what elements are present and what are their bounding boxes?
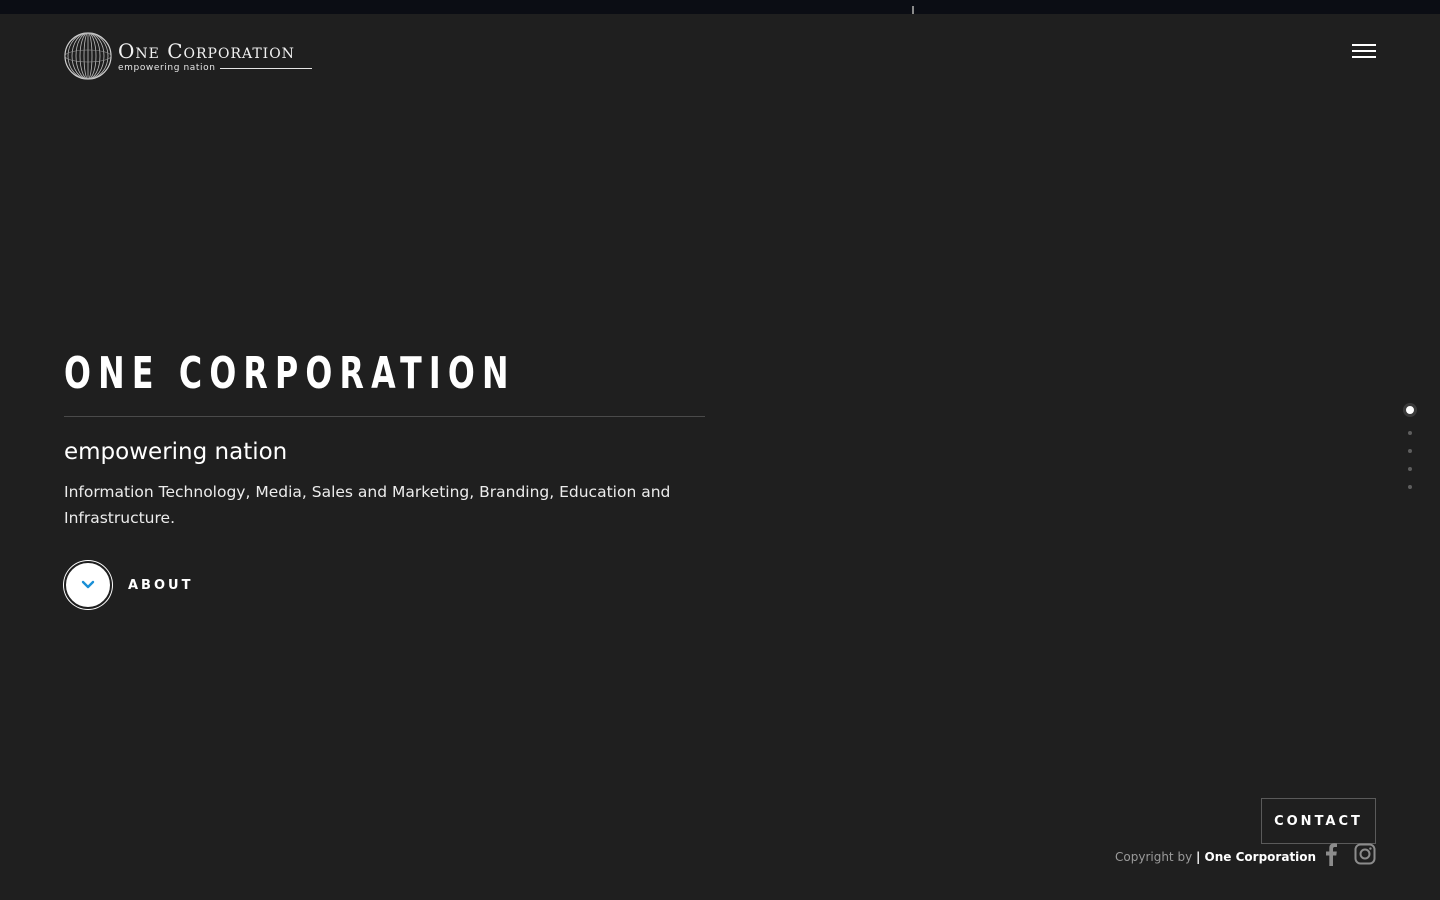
- contact-button[interactable]: CONTACT: [1261, 798, 1376, 844]
- about-circle[interactable]: [64, 561, 112, 609]
- pager-dot-5[interactable]: [1408, 485, 1412, 489]
- browser-top-strip: [0, 0, 1440, 14]
- hamburger-icon[interactable]: [1352, 44, 1376, 60]
- logo-globe-icon: [64, 32, 112, 80]
- copyright-brand[interactable]: | One Corporation: [1196, 850, 1316, 864]
- hero-title: ONE CORPORATION: [64, 348, 516, 399]
- facebook-icon[interactable]: [1322, 842, 1340, 866]
- chevron-down-icon: [81, 580, 95, 589]
- copyright-prefix: Copyright by: [1115, 850, 1193, 864]
- about-label: ABOUT: [128, 577, 194, 593]
- instagram-icon[interactable]: [1354, 843, 1376, 865]
- copyright-text: Copyright by | One Corporation: [1115, 848, 1316, 866]
- pager-dot-4[interactable]: [1408, 467, 1412, 471]
- hero-description: Information Technology, Media, Sales and…: [64, 483, 671, 527]
- about-scroll-button[interactable]: ABOUT: [64, 561, 193, 609]
- logo-tagline: empowering nation: [118, 62, 216, 73]
- site-logo[interactable]: One Corporation empowering nation: [64, 32, 312, 80]
- pager-dot-2[interactable]: [1408, 431, 1412, 435]
- hero-subtitle: empowering nation: [64, 439, 288, 465]
- logo-name: One Corporation: [118, 38, 295, 63]
- pager-dot-1[interactable]: [1403, 403, 1417, 417]
- hero-divider: [64, 416, 705, 417]
- pager-dot-3[interactable]: [1408, 449, 1412, 453]
- section-pager: [1402, 402, 1418, 489]
- cursor-tick: [912, 6, 914, 14]
- logo-underline: [219, 68, 312, 69]
